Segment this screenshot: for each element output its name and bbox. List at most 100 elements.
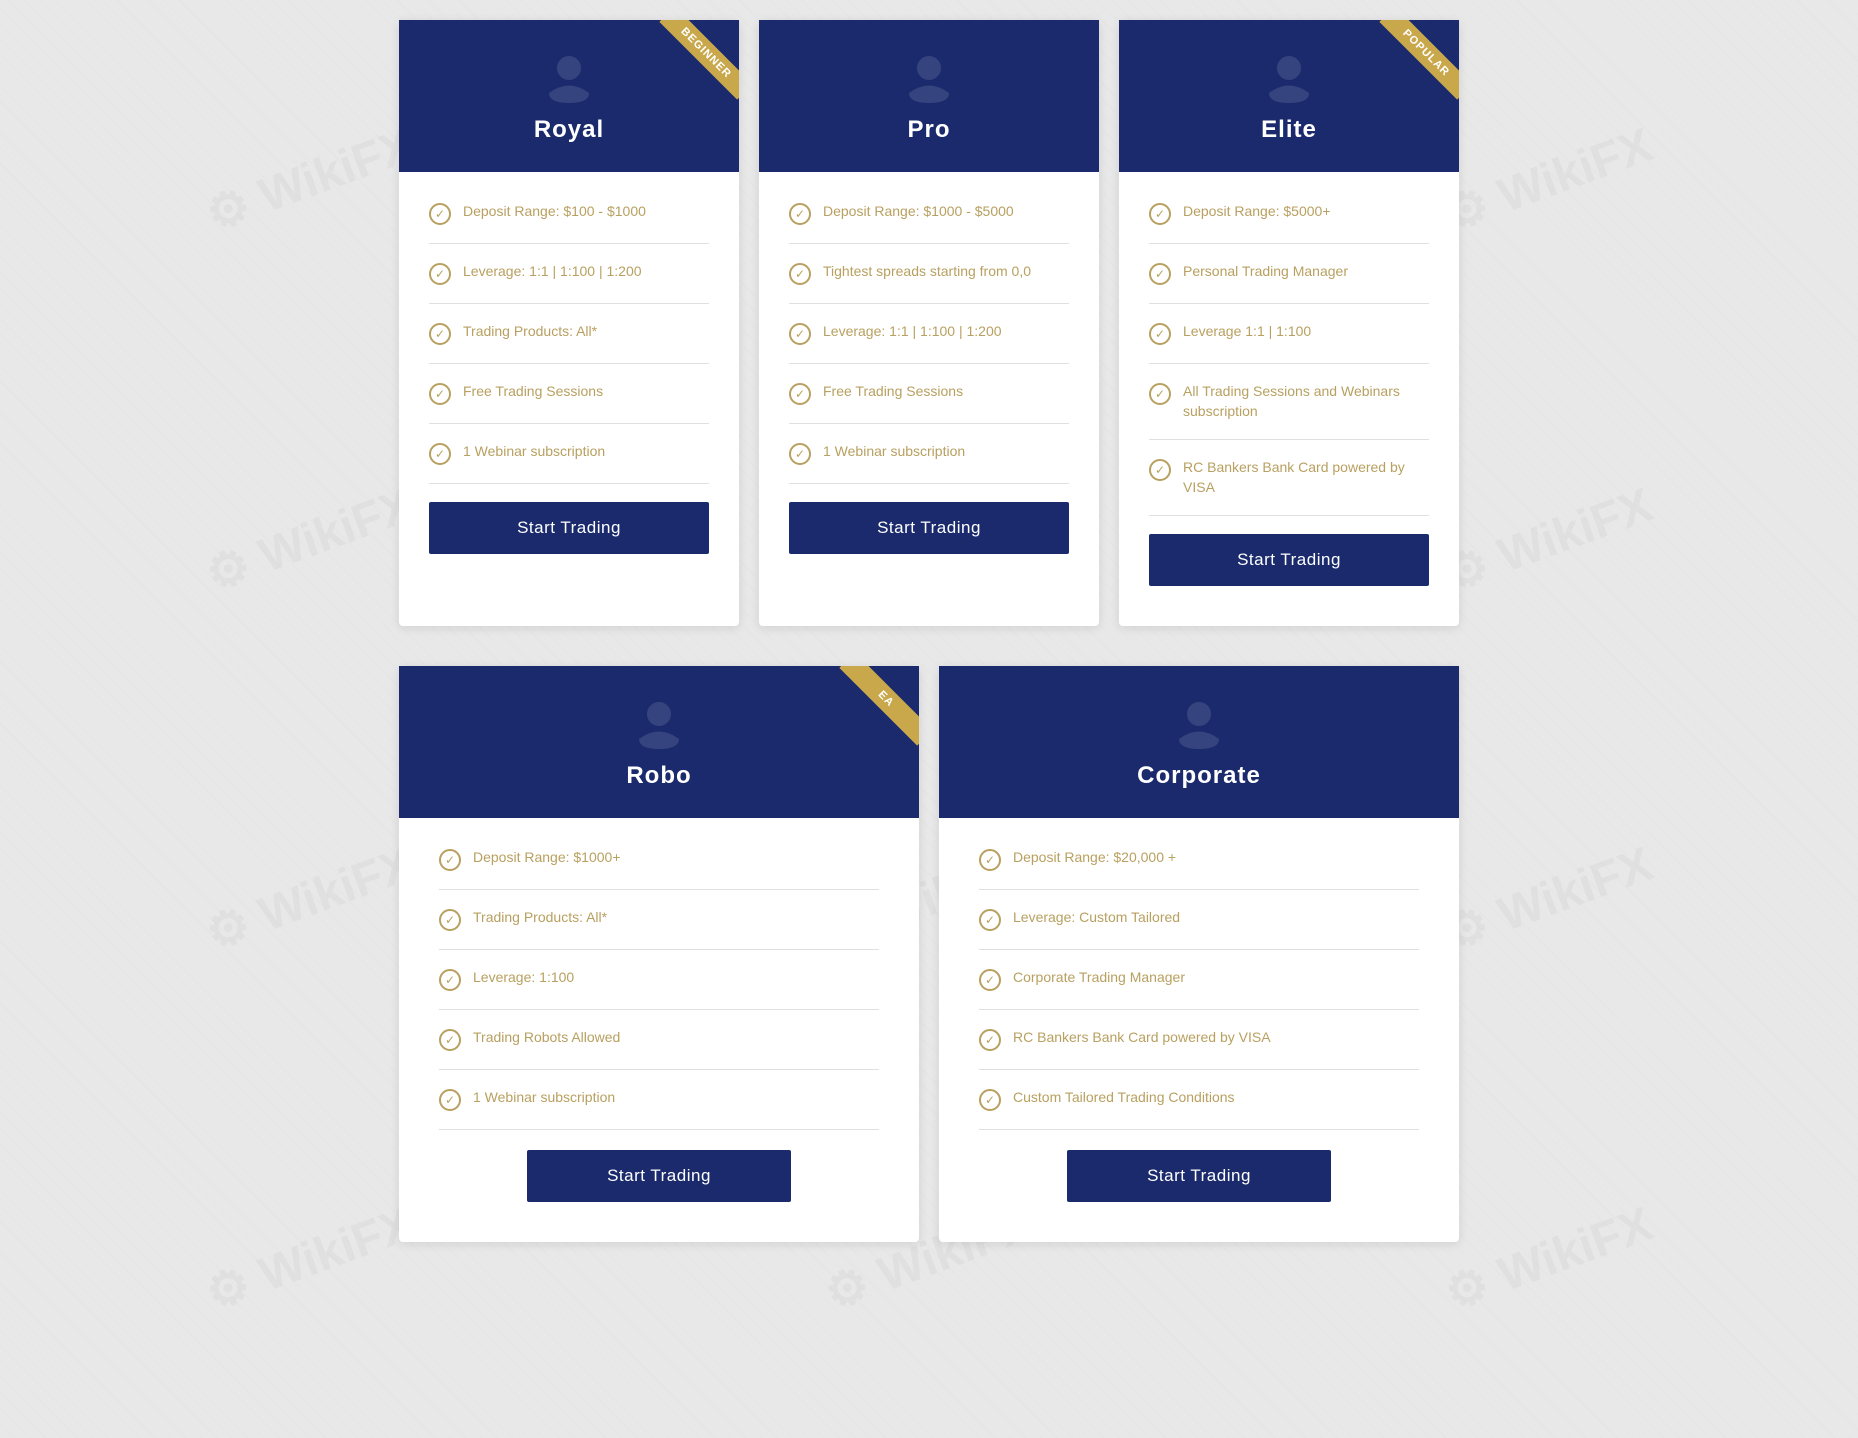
pro-plan-header: Pro xyxy=(759,20,1099,172)
robo-check-icon-2: ✓ xyxy=(439,909,461,931)
corporate-feature-text-2: Leverage: Custom Tailored xyxy=(1013,908,1180,928)
robo-start-trading-button[interactable]: Start Trading xyxy=(527,1150,791,1202)
elite-ribbon-text: POPULAR xyxy=(1379,20,1459,100)
corporate-check-icon-1: ✓ xyxy=(979,849,1001,871)
pro-plan-card: Pro ✓ Deposit Range: $1000 - $5000 ✓ Tig… xyxy=(759,20,1099,626)
elite-feature-text-3: Leverage 1:1 | 1:100 xyxy=(1183,322,1311,342)
elite-feature-5: ✓ RC Bankers Bank Card powered by VISA xyxy=(1149,458,1429,516)
corporate-plan-body: ✓ Deposit Range: $20,000 + ✓ Leverage: C… xyxy=(939,818,1459,1242)
robo-feature-text-4: Trading Robots Allowed xyxy=(473,1028,620,1048)
corporate-plan-name: Corporate xyxy=(959,762,1439,790)
royal-feature-text-2: Leverage: 1:1 | 1:100 | 1:200 xyxy=(463,262,642,282)
robo-check-icon-3: ✓ xyxy=(439,969,461,991)
pro-check-icon-4: ✓ xyxy=(789,383,811,405)
robo-feature-text-2: Trading Products: All* xyxy=(473,908,607,928)
pro-feature-text-2: Tightest spreads starting from 0,0 xyxy=(823,262,1031,282)
royal-start-trading-button[interactable]: Start Trading xyxy=(429,502,709,554)
robo-plan-body: ✓ Deposit Range: $1000+ ✓ Trading Produc… xyxy=(399,818,919,1242)
pro-feature-text-3: Leverage: 1:1 | 1:100 | 1:200 xyxy=(823,322,1002,342)
royal-ribbon: BEGINNER xyxy=(649,20,739,110)
royal-ribbon-text: BEGINNER xyxy=(659,20,739,100)
royal-feature-text-4: Free Trading Sessions xyxy=(463,382,603,402)
robo-feature-4: ✓ Trading Robots Allowed xyxy=(439,1028,879,1070)
pro-feature-text-4: Free Trading Sessions xyxy=(823,382,963,402)
corporate-check-icon-4: ✓ xyxy=(979,1029,1001,1051)
elite-check-icon-1: ✓ xyxy=(1149,203,1171,225)
pro-feature-1: ✓ Deposit Range: $1000 - $5000 xyxy=(789,202,1069,244)
corporate-plan-header: Corporate xyxy=(939,666,1459,818)
check-icon-3: ✓ xyxy=(429,323,451,345)
page-wrapper: BEGINNER Royal ✓ Deposit Range: $100 - $… xyxy=(0,0,1858,1302)
robo-plan-name: Robo xyxy=(419,762,899,790)
elite-start-trading-button[interactable]: Start Trading xyxy=(1149,534,1429,586)
robo-icon xyxy=(629,694,689,754)
pro-start-trading-button[interactable]: Start Trading xyxy=(789,502,1069,554)
elite-ribbon: POPULAR xyxy=(1369,20,1459,110)
royal-feature-2: ✓ Leverage: 1:1 | 1:100 | 1:200 xyxy=(429,262,709,304)
corporate-feature-3: ✓ Corporate Trading Manager xyxy=(979,968,1419,1010)
robo-ribbon-text: EA xyxy=(839,666,919,746)
pro-plan-name: Pro xyxy=(779,116,1079,144)
corporate-feature-5: ✓ Custom Tailored Trading Conditions xyxy=(979,1088,1419,1130)
elite-feature-text-5: RC Bankers Bank Card powered by VISA xyxy=(1183,458,1429,497)
elite-feature-text-2: Personal Trading Manager xyxy=(1183,262,1348,282)
elite-feature-1: ✓ Deposit Range: $5000+ xyxy=(1149,202,1429,244)
corporate-check-icon-5: ✓ xyxy=(979,1089,1001,1111)
pro-feature-text-1: Deposit Range: $1000 - $5000 xyxy=(823,202,1014,222)
pro-feature-3: ✓ Leverage: 1:1 | 1:100 | 1:200 xyxy=(789,322,1069,364)
check-icon-5: ✓ xyxy=(429,443,451,465)
elite-check-icon-3: ✓ xyxy=(1149,323,1171,345)
royal-feature-text-1: Deposit Range: $100 - $1000 xyxy=(463,202,646,222)
corporate-feature-text-1: Deposit Range: $20,000 + xyxy=(1013,848,1176,868)
pro-check-icon-5: ✓ xyxy=(789,443,811,465)
robo-feature-text-3: Leverage: 1:100 xyxy=(473,968,574,988)
pro-icon xyxy=(899,48,959,108)
check-icon-2: ✓ xyxy=(429,263,451,285)
royal-feature-text-5: 1 Webinar subscription xyxy=(463,442,605,462)
robo-check-icon-4: ✓ xyxy=(439,1029,461,1051)
pro-plan-body: ✓ Deposit Range: $1000 - $5000 ✓ Tightes… xyxy=(759,172,1099,594)
royal-plan-card: BEGINNER Royal ✓ Deposit Range: $100 - $… xyxy=(399,20,739,626)
corporate-icon xyxy=(1169,694,1229,754)
elite-feature-2: ✓ Personal Trading Manager xyxy=(1149,262,1429,304)
royal-feature-5: ✓ 1 Webinar subscription xyxy=(429,442,709,484)
top-plans-row: BEGINNER Royal ✓ Deposit Range: $100 - $… xyxy=(60,20,1798,626)
robo-feature-2: ✓ Trading Products: All* xyxy=(439,908,879,950)
elite-feature-4: ✓ All Trading Sessions and Webinars subs… xyxy=(1149,382,1429,440)
robo-feature-1: ✓ Deposit Range: $1000+ xyxy=(439,848,879,890)
corporate-feature-text-4: RC Bankers Bank Card powered by VISA xyxy=(1013,1028,1271,1048)
corporate-feature-text-5: Custom Tailored Trading Conditions xyxy=(1013,1088,1235,1108)
check-icon-4: ✓ xyxy=(429,383,451,405)
corporate-check-icon-3: ✓ xyxy=(979,969,1001,991)
corporate-feature-1: ✓ Deposit Range: $20,000 + xyxy=(979,848,1419,890)
royal-feature-4: ✓ Free Trading Sessions xyxy=(429,382,709,424)
elite-plan-card: POPULAR Elite ✓ Deposit Range: $5000+ ✓ xyxy=(1119,20,1459,626)
check-icon-1: ✓ xyxy=(429,203,451,225)
corporate-start-trading-button[interactable]: Start Trading xyxy=(1067,1150,1331,1202)
pro-check-icon-3: ✓ xyxy=(789,323,811,345)
robo-check-icon-5: ✓ xyxy=(439,1089,461,1111)
royal-feature-text-3: Trading Products: All* xyxy=(463,322,597,342)
robo-feature-5: ✓ 1 Webinar subscription xyxy=(439,1088,879,1130)
pro-check-icon-2: ✓ xyxy=(789,263,811,285)
elite-feature-3: ✓ Leverage 1:1 | 1:100 xyxy=(1149,322,1429,364)
corporate-plan-card: Corporate ✓ Deposit Range: $20,000 + ✓ L… xyxy=(939,666,1459,1242)
robo-feature-3: ✓ Leverage: 1:100 xyxy=(439,968,879,1010)
pro-feature-text-5: 1 Webinar subscription xyxy=(823,442,965,462)
bottom-plans-row: EA Robo ✓ Deposit Range: $1000+ ✓ xyxy=(60,666,1798,1242)
corporate-feature-2: ✓ Leverage: Custom Tailored xyxy=(979,908,1419,950)
elite-icon xyxy=(1259,48,1319,108)
elite-plan-name: Elite xyxy=(1139,116,1439,144)
elite-feature-text-1: Deposit Range: $5000+ xyxy=(1183,202,1331,222)
pro-feature-4: ✓ Free Trading Sessions xyxy=(789,382,1069,424)
elite-check-icon-2: ✓ xyxy=(1149,263,1171,285)
robo-check-icon-1: ✓ xyxy=(439,849,461,871)
elite-feature-text-4: All Trading Sessions and Webinars subscr… xyxy=(1183,382,1429,421)
robo-feature-text-1: Deposit Range: $1000+ xyxy=(473,848,621,868)
robo-ribbon: EA xyxy=(829,666,919,756)
robo-feature-text-5: 1 Webinar subscription xyxy=(473,1088,615,1108)
corporate-feature-text-3: Corporate Trading Manager xyxy=(1013,968,1185,988)
robo-plan-card: EA Robo ✓ Deposit Range: $1000+ ✓ xyxy=(399,666,919,1242)
royal-icon xyxy=(539,48,599,108)
royal-plan-name: Royal xyxy=(419,116,719,144)
